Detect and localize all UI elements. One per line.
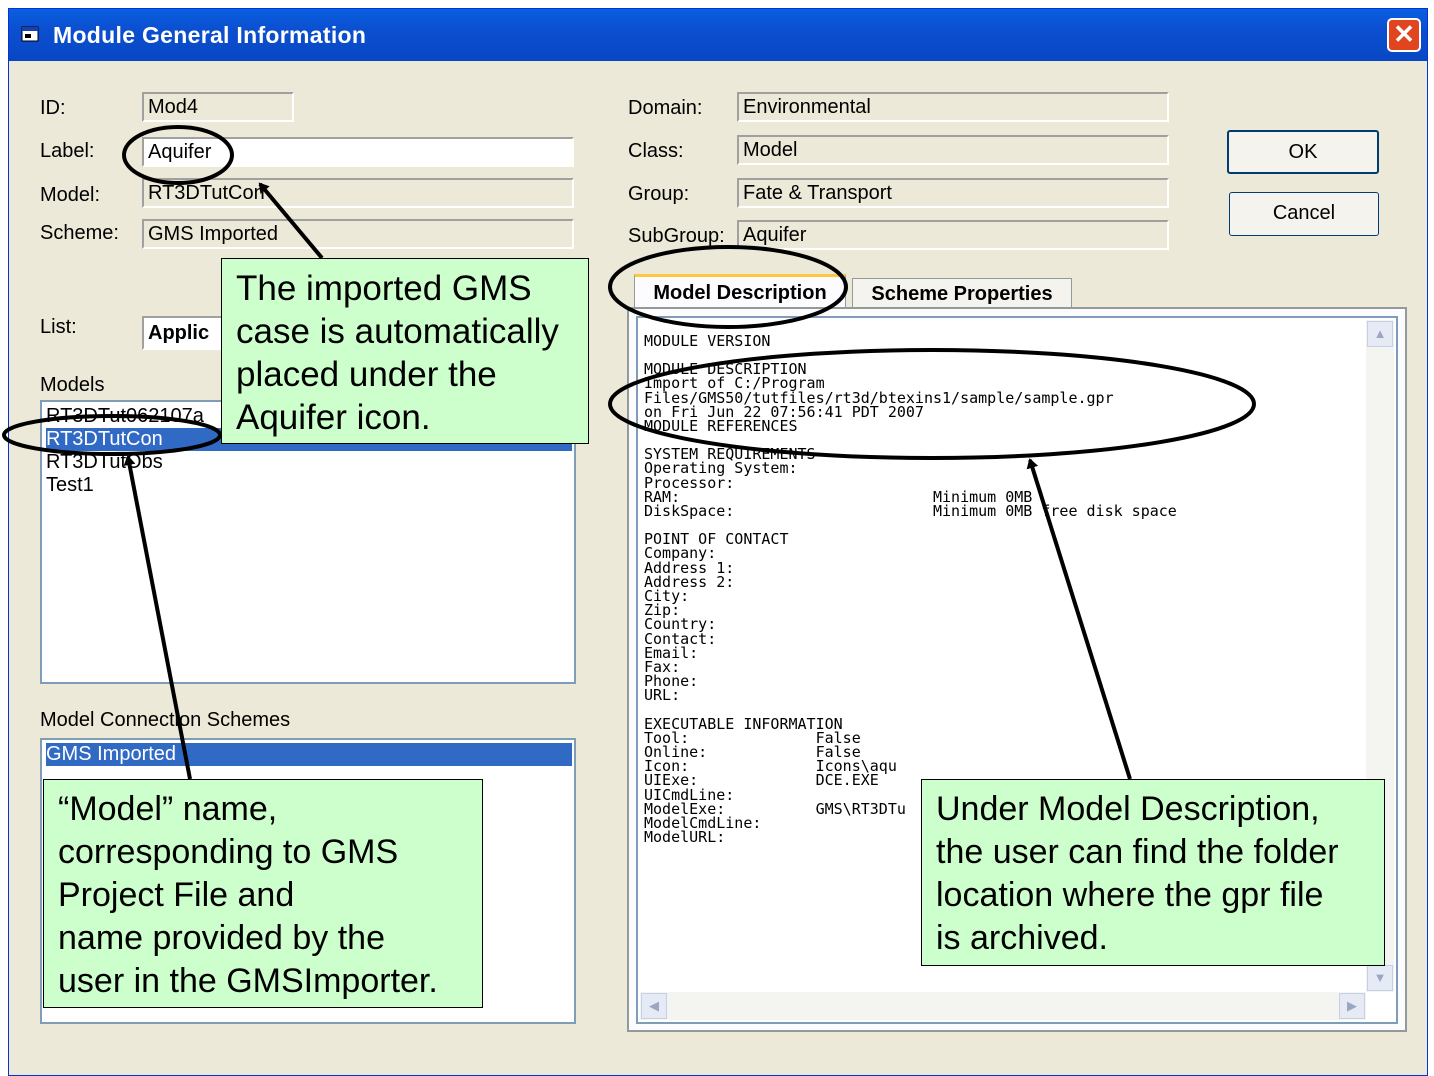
description-line: Zip: — [644, 601, 681, 620]
callout-line: “Model” name, — [58, 790, 278, 828]
callout-line: case is automatically — [236, 312, 559, 351]
callout-line: Under Model Description, — [936, 790, 1320, 828]
label-label: Label: — [40, 140, 95, 162]
domain-field[interactable]: Environmental — [737, 92, 1169, 122]
title-bar[interactable]: Module General Information ✕ — [9, 9, 1427, 61]
id-label: ID: — [40, 97, 66, 119]
callout-line: name provided by the — [58, 919, 385, 957]
close-icon: ✕ — [1393, 19, 1415, 49]
callout-line: Aquifer icon. — [236, 398, 431, 437]
window-app-icon — [21, 26, 39, 42]
description-line: POINT OF CONTACT — [644, 530, 789, 549]
schemes-label: Model Connection Schemes — [40, 709, 291, 731]
description-line: Country: — [644, 615, 717, 634]
subgroup-field[interactable]: Aquifer — [737, 220, 1169, 250]
cancel-button[interactable]: Cancel — [1229, 192, 1379, 236]
class-label: Class: — [628, 140, 684, 162]
description-line: Email: — [644, 643, 699, 662]
models-label: Models — [40, 374, 105, 396]
tab-label: Scheme Properties — [871, 283, 1053, 305]
subgroup-label: SubGroup: — [628, 225, 725, 247]
list-item[interactable]: RT3DTutObs — [46, 451, 163, 474]
scroll-up-icon[interactable]: ▲ — [1367, 321, 1393, 347]
description-line: MODULE VERSION — [644, 332, 771, 350]
callout-line: location where the gpr file — [936, 876, 1324, 914]
description-line: City: — [644, 587, 690, 606]
description-line: Fax: — [644, 658, 681, 677]
tab-model-description[interactable]: Model Description — [634, 274, 846, 310]
domain-label: Domain: — [628, 97, 703, 119]
description-line: DiskSpace: Minimum 0MB free disk space — [644, 502, 1177, 521]
scheme-field[interactable]: GMS Imported — [142, 219, 574, 249]
tab-scheme-properties[interactable]: Scheme Properties — [852, 278, 1072, 308]
window-title: Module General Information — [53, 22, 367, 48]
horizontal-scrollbar[interactable]: ◀ ▶ — [640, 992, 1366, 1020]
group-field[interactable]: Fate & Transport — [737, 178, 1169, 208]
close-button[interactable]: ✕ — [1387, 18, 1421, 52]
callout-line: is archived. — [936, 919, 1108, 957]
list-item[interactable]: RT3DTut062107a — [46, 405, 204, 428]
ok-button[interactable]: OK — [1227, 130, 1379, 174]
description-line: Contact: — [644, 629, 717, 648]
model-field[interactable]: RT3DTutCon — [142, 178, 574, 208]
scroll-left-icon[interactable]: ◀ — [641, 993, 667, 1019]
callout-line: Project File and — [58, 876, 295, 914]
description-line: Phone: — [644, 672, 699, 691]
id-field[interactable]: Mod4 — [142, 92, 294, 122]
scheme-label: Scheme: — [40, 222, 119, 244]
list-item[interactable]: Test1 — [46, 474, 94, 497]
scroll-down-icon[interactable]: ▼ — [1367, 965, 1393, 991]
scroll-right-icon[interactable]: ▶ — [1339, 993, 1365, 1019]
description-line: Address 2: — [644, 572, 735, 591]
description-text: MODULE VERSION MODULE DESCRIPTION Import o… — [644, 332, 1177, 845]
class-field[interactable]: Model — [737, 135, 1169, 165]
callout-line: placed under the — [236, 355, 497, 394]
label-field[interactable]: Aquifer — [142, 137, 574, 167]
list-label: List: — [40, 316, 77, 338]
callout-model-name: “Model” name, corresponding to GMS Proje… — [43, 779, 483, 1008]
callout-line: the user can find the folder — [936, 833, 1339, 871]
model-label: Model: — [40, 184, 101, 206]
description-line: MODULE REFERENCES — [644, 417, 798, 436]
ok-button-label: OK — [1288, 141, 1318, 163]
description-line: URL: — [644, 686, 681, 705]
callout-aquifer: The imported GMS case is automatically p… — [221, 258, 589, 444]
group-label: Group: — [628, 183, 690, 205]
callout-line: user in the GMSImporter. — [58, 962, 438, 1000]
callout-line: corresponding to GMS — [58, 833, 399, 871]
callout-model-description: Under Model Description, the user can fi… — [921, 779, 1385, 966]
cancel-button-label: Cancel — [1272, 202, 1336, 224]
tab-label: Model Description — [653, 282, 827, 304]
list-item-selected[interactable]: GMS Imported — [46, 743, 572, 766]
callout-line: The imported GMS — [236, 269, 532, 308]
